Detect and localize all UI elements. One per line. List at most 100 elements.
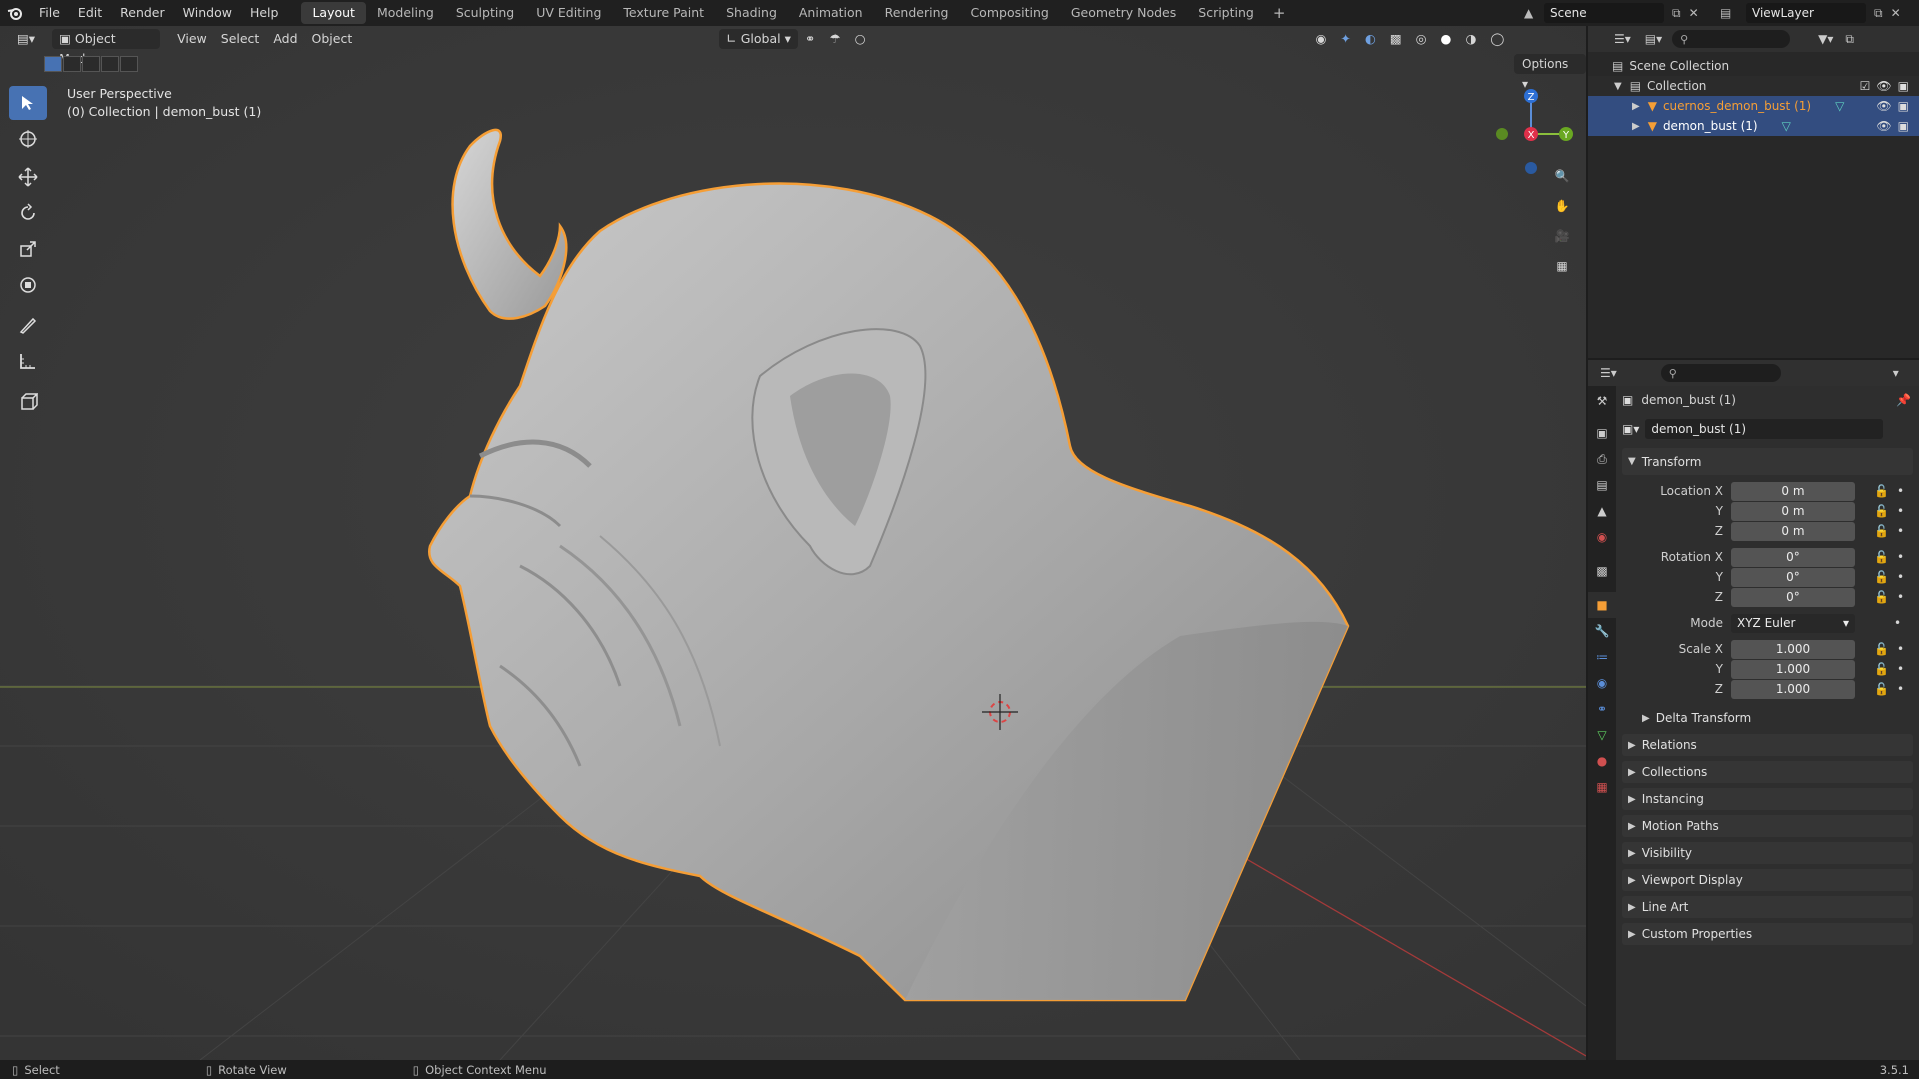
gizmo-neg-z-icon[interactable] — [1525, 162, 1537, 174]
keyframe-dot-icon[interactable]: • — [1897, 550, 1904, 564]
outliner-object-cuernos[interactable]: ▶ ▼ cuernos_demon_bust (1) ▽ 👁 ▣ — [1588, 96, 1919, 116]
tab-scripting[interactable]: Scripting — [1187, 2, 1265, 24]
menu-edit[interactable]: Edit — [69, 0, 111, 26]
menu-add[interactable]: Add — [266, 29, 304, 49]
tab-animation[interactable]: Animation — [788, 2, 874, 24]
lock-icon[interactable]: 🔓 — [1874, 682, 1889, 696]
annotate-tool-icon[interactable] — [9, 308, 47, 342]
transform-orientation-selector[interactable]: ∟ Global ▾ — [719, 29, 798, 49]
proportional-editing-icon[interactable]: ○ — [848, 29, 873, 49]
render-camera-icon[interactable]: ▣ — [1898, 119, 1909, 133]
outliner-collection-row[interactable]: ▼ ▤ Collection ☑ 👁 ▣ — [1588, 76, 1919, 96]
xray-toggle-icon[interactable]: ▩ — [1383, 29, 1409, 49]
line-art-panel-header[interactable]: ▶ Line Art — [1622, 896, 1913, 918]
add-cube-tool-icon[interactable] — [9, 384, 47, 418]
mode-selector[interactable]: ▣ Object Mode — [52, 29, 161, 66]
display-mode-icon[interactable]: ▤▾ — [1645, 32, 1662, 46]
scene-selector[interactable]: ▲ Scene ⧉ ✕ — [1524, 3, 1719, 23]
visibility-selector-icon[interactable]: ◉ — [1308, 29, 1333, 49]
camera-view-icon[interactable]: 🎥 — [1547, 222, 1577, 250]
scale-y-field[interactable]: 1.000 — [1731, 659, 1855, 679]
material-tab-icon[interactable]: ● — [1588, 748, 1616, 774]
menu-file[interactable]: File — [30, 0, 69, 26]
transform-panel-header[interactable]: ▼ Transform — [1622, 448, 1913, 475]
perspective-toggle-icon[interactable]: ▦ — [1547, 252, 1577, 280]
menu-help[interactable]: Help — [241, 0, 288, 26]
tab-sculpting[interactable]: Sculpting — [445, 2, 525, 24]
solid-shading-icon[interactable]: ● — [1434, 29, 1459, 49]
keyframe-dot-icon[interactable]: • — [1897, 662, 1904, 676]
view-layer-name-field[interactable]: ViewLayer — [1746, 3, 1866, 23]
keyframe-dot-icon[interactable]: • — [1897, 590, 1904, 604]
rotate-tool-icon[interactable] — [9, 196, 47, 230]
menu-render[interactable]: Render — [111, 0, 174, 26]
3d-viewport[interactable]: ▤▾ ▣ Object Mode View Select Add Object … — [0, 26, 1586, 1060]
viewport-display-panel-header[interactable]: ▶ Viewport Display — [1622, 869, 1913, 891]
tab-geometry-nodes[interactable]: Geometry Nodes — [1060, 2, 1187, 24]
tab-uv-editing[interactable]: UV Editing — [525, 2, 612, 24]
delete-scene-icon[interactable]: ✕ — [1689, 6, 1699, 20]
render-camera-icon[interactable]: ▣ — [1898, 99, 1909, 113]
lock-icon[interactable]: 🔓 — [1874, 550, 1889, 564]
add-workspace-button[interactable]: + — [1265, 4, 1294, 22]
filter-icon[interactable]: ▼▾ — [1818, 32, 1833, 46]
tab-modeling[interactable]: Modeling — [366, 2, 445, 24]
keyframe-dot-icon[interactable]: • — [1897, 682, 1904, 696]
options-dropdown[interactable]: Options ▾ — [1514, 54, 1586, 91]
select-subtract-icon[interactable] — [82, 56, 100, 72]
pivot-point-icon[interactable]: ⚭ — [798, 29, 822, 49]
object-tab-icon[interactable]: ■ — [1588, 592, 1616, 618]
view-layer-tab-icon[interactable]: ▤ — [1588, 472, 1616, 498]
visibility-eye-icon[interactable]: 👁 — [1876, 99, 1891, 113]
delete-view-layer-icon[interactable]: ✕ — [1891, 6, 1901, 20]
menu-window[interactable]: Window — [174, 0, 241, 26]
gizmo-neg-y-icon[interactable] — [1496, 128, 1508, 140]
datablock-browse-icon[interactable]: ▣▾ — [1622, 422, 1639, 436]
lock-icon[interactable]: 🔓 — [1874, 524, 1889, 538]
tool-tab-icon[interactable]: ⚒ — [1588, 388, 1616, 414]
select-new-icon[interactable] — [44, 56, 62, 72]
new-collection-icon[interactable]: ⧉ — [1845, 32, 1854, 47]
visibility-eye-icon[interactable]: 👁 — [1876, 79, 1891, 93]
keyframe-dot-icon[interactable]: • — [1897, 642, 1904, 656]
select-intersect-icon[interactable] — [120, 56, 138, 72]
rotation-z-field[interactable]: 0° — [1731, 587, 1855, 607]
location-z-field[interactable]: 0 m — [1731, 521, 1855, 541]
pan-hand-icon[interactable]: ✋ — [1547, 192, 1577, 220]
new-scene-icon[interactable]: ⧉ — [1672, 6, 1681, 21]
motion-paths-panel-header[interactable]: ▶ Motion Paths — [1622, 815, 1913, 837]
zoom-icon[interactable]: 🔍 — [1547, 162, 1577, 190]
texture-tab-icon[interactable]: ▦ — [1588, 774, 1616, 800]
tab-shading[interactable]: Shading — [715, 2, 788, 24]
menu-select[interactable]: Select — [214, 29, 267, 49]
relations-panel-header[interactable]: ▶ Relations — [1622, 734, 1913, 756]
lock-icon[interactable]: 🔓 — [1874, 662, 1889, 676]
outliner-search-field[interactable]: ⚲ — [1672, 30, 1791, 48]
modifier-tab-icon[interactable]: 🔧 — [1588, 618, 1616, 644]
gizmo-toggle-icon[interactable]: ✦ — [1333, 29, 1357, 49]
world-tab-icon[interactable]: ◉ — [1588, 524, 1616, 550]
scene-name-field[interactable]: Scene — [1544, 3, 1664, 23]
scale-x-field[interactable]: 1.000 — [1731, 639, 1855, 659]
snap-icon[interactable]: ☂ — [822, 29, 847, 49]
expand-arrow-icon[interactable]: ▶ — [1632, 121, 1640, 132]
tab-compositing[interactable]: Compositing — [959, 2, 1059, 24]
delta-transform-subpanel[interactable]: ▶ Delta Transform — [1622, 707, 1913, 729]
custom-properties-panel-header[interactable]: ▶ Custom Properties — [1622, 923, 1913, 945]
move-tool-icon[interactable] — [9, 160, 47, 194]
rotation-mode-dropdown[interactable]: XYZ Euler ▾ — [1731, 613, 1855, 633]
menu-object[interactable]: Object — [305, 29, 360, 49]
datablock-name-field[interactable]: demon_bust (1) — [1645, 419, 1884, 439]
exclude-checkbox-icon[interactable]: ☑ — [1860, 79, 1871, 93]
physics-tab-icon[interactable]: ◉ — [1588, 670, 1616, 696]
keyframe-dot-icon[interactable]: • — [1897, 484, 1904, 498]
visibility-eye-icon[interactable]: 👁 — [1876, 119, 1891, 133]
collections-panel-header[interactable]: ▶ Collections — [1622, 761, 1913, 783]
collection-tab-icon[interactable]: ▩ — [1588, 558, 1616, 584]
lock-icon[interactable]: 🔓 — [1874, 570, 1889, 584]
scale-z-field[interactable]: 1.000 — [1731, 679, 1855, 699]
lock-icon[interactable]: 🔓 — [1874, 504, 1889, 518]
outliner-object-demon-bust[interactable]: ▶ ▼ demon_bust (1) ▽ 👁 ▣ — [1588, 116, 1919, 136]
select-invert-icon[interactable] — [101, 56, 119, 72]
keyframe-dot-icon[interactable]: • — [1894, 616, 1901, 630]
